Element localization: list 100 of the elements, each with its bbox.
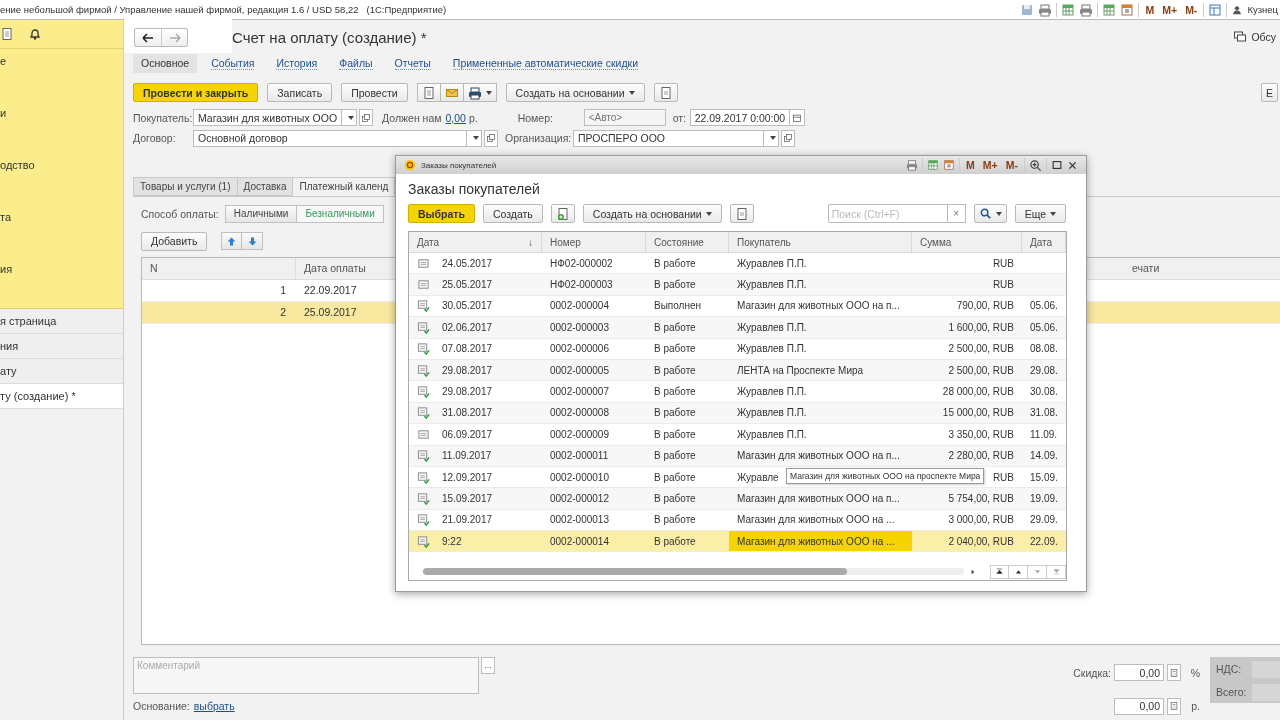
spreadsheet-icon[interactable]: [1102, 2, 1117, 17]
table-cell: 5 754,00, RUB: [948, 493, 1014, 504]
add-button[interactable]: Добавить: [141, 231, 208, 251]
form-tab[interactable]: Примененные автоматические скидки: [444, 54, 646, 74]
dropdown-button[interactable]: [764, 129, 779, 147]
spreadsheet-icon[interactable]: [927, 159, 940, 171]
horizontal-scrollbar[interactable]: [423, 568, 964, 575]
discuss-link[interactable]: Обсу: [1251, 31, 1276, 44]
table-cell: В работе: [654, 493, 696, 504]
more-button[interactable]: Еще: [1014, 204, 1066, 223]
form-tab[interactable]: Отчеты: [386, 54, 439, 74]
open-button[interactable]: [484, 129, 498, 147]
discount-percent-field[interactable]: 0,00: [1114, 664, 1164, 682]
panel-icon[interactable]: [1208, 2, 1223, 17]
calculator-button[interactable]: [1167, 664, 1181, 682]
previous-page-button[interactable]: [1009, 564, 1028, 579]
close-icon[interactable]: [1067, 159, 1078, 171]
open-icon: [486, 133, 496, 144]
payment-option[interactable]: Наличными: [224, 204, 298, 223]
user-name[interactable]: Кузнец: [1247, 4, 1278, 15]
printer-icon[interactable]: [906, 159, 919, 171]
table-cell: 9:22: [442, 535, 462, 547]
save-icon[interactable]: [1020, 2, 1035, 17]
form-tab[interactable]: Основное: [133, 54, 198, 74]
mail-button[interactable]: [440, 83, 464, 103]
choose-button[interactable]: Выбрать: [408, 204, 475, 223]
print-button[interactable]: [463, 83, 497, 103]
column-header[interactable]: Дата: [1022, 232, 1066, 252]
table-cell: 05.06.: [1030, 321, 1058, 333]
table-cell: Магазин для животных ООО на ...: [737, 514, 895, 526]
tooltip: Магазин для животных ООО на проспекте Мира: [786, 468, 985, 484]
table-cell: Магазин для животных ООО на п...: [737, 450, 900, 462]
column-header[interactable]: Состояние: [646, 232, 729, 252]
table-cell: 0002-000007: [550, 386, 609, 398]
section-link[interactable]: та: [0, 205, 12, 223]
section-link[interactable]: одство: [0, 153, 35, 171]
post-button[interactable]: Провести: [341, 83, 408, 103]
memory-button[interactable]: M-: [1183, 3, 1200, 16]
calendar-icon[interactable]: [1120, 2, 1135, 17]
copy-button[interactable]: [550, 204, 575, 223]
calendar-button[interactable]: [790, 109, 806, 127]
table-cell: Журавлев П.П.: [737, 407, 807, 419]
discount-amount-field[interactable]: 0,00: [1114, 697, 1164, 715]
memory-button[interactable]: M-: [1003, 159, 1020, 171]
form-tab[interactable]: События: [203, 54, 263, 74]
first-page-button[interactable]: [990, 564, 1009, 579]
search-field[interactable]: Поиск (Ctrl+F): [827, 204, 948, 223]
memory-button[interactable]: M: [964, 159, 977, 171]
calculator-button[interactable]: [1167, 697, 1181, 715]
table-cell: 05.06.: [1030, 300, 1058, 312]
create-button[interactable]: Создать: [482, 204, 543, 223]
comment-field[interactable]: Комментарий: [133, 656, 479, 694]
date-field[interactable]: 22.09.2017 0:00:00: [689, 109, 791, 127]
column-header[interactable]: N: [142, 257, 296, 279]
bell-icon[interactable]: [28, 27, 42, 41]
basis-link[interactable]: выбрать: [193, 699, 235, 712]
post-close-button[interactable]: Провести и закрыть: [133, 83, 259, 103]
section-tab[interactable]: Товары и услуги (1): [133, 176, 238, 196]
section-link[interactable]: е: [0, 49, 7, 67]
dropdown-button[interactable]: [342, 109, 358, 127]
zoom-icon[interactable]: [1029, 158, 1042, 172]
form-tab[interactable]: История: [268, 54, 326, 74]
move-up-button[interactable]: [221, 232, 243, 251]
discuss-icon[interactable]: [1233, 30, 1248, 45]
create-based-button[interactable]: Создать на основании: [582, 204, 722, 223]
memory-button[interactable]: M+: [1160, 3, 1180, 16]
table-cell: 06.09.2017: [442, 428, 493, 440]
section-link[interactable]: ия: [0, 257, 13, 275]
column-header[interactable]: Номер: [542, 232, 646, 252]
column-header[interactable]: Сумма: [912, 232, 1022, 252]
open-button[interactable]: [781, 129, 795, 147]
column-header[interactable]: Покупатель: [729, 232, 912, 252]
open-button[interactable]: [359, 109, 374, 127]
comment-button[interactable]: ...: [481, 656, 495, 674]
report-button[interactable]: [416, 83, 441, 103]
column-header[interactable]: ечати: [1124, 262, 1280, 275]
document-button[interactable]: [653, 83, 678, 103]
contract-field[interactable]: Основной договор: [193, 129, 467, 147]
form-tab[interactable]: Файлы: [331, 54, 381, 74]
memory-button[interactable]: M+: [980, 159, 1000, 171]
organization-field[interactable]: ПРОСПЕРО ООО: [573, 129, 764, 147]
printer-icon[interactable]: [1079, 2, 1094, 17]
section-link[interactable]: и: [0, 101, 7, 119]
open-window-item[interactable]: ту (создание) *: [0, 384, 123, 409]
calendar-icon[interactable]: [943, 159, 956, 171]
search-button[interactable]: [973, 204, 1007, 223]
more-button[interactable]: Е: [1261, 83, 1278, 103]
balance-link[interactable]: 0,00: [445, 111, 466, 124]
create-based-button[interactable]: Создать на основании: [505, 83, 645, 103]
dropdown-button[interactable]: [467, 129, 482, 147]
save-button[interactable]: Записать: [267, 83, 333, 103]
maximize-icon[interactable]: [1051, 159, 1063, 171]
move-down-button[interactable]: [242, 232, 264, 251]
memory-button[interactable]: M: [1143, 3, 1157, 16]
print-icon[interactable]: [1038, 2, 1053, 17]
column-header[interactable]: Дата ↓: [409, 232, 542, 252]
customer-field[interactable]: Магазин для животных ООО: [193, 109, 343, 127]
section-tab[interactable]: Платежный календ: [292, 176, 396, 196]
section-tab[interactable]: Доставка: [236, 176, 294, 196]
document-button[interactable]: [729, 204, 754, 223]
